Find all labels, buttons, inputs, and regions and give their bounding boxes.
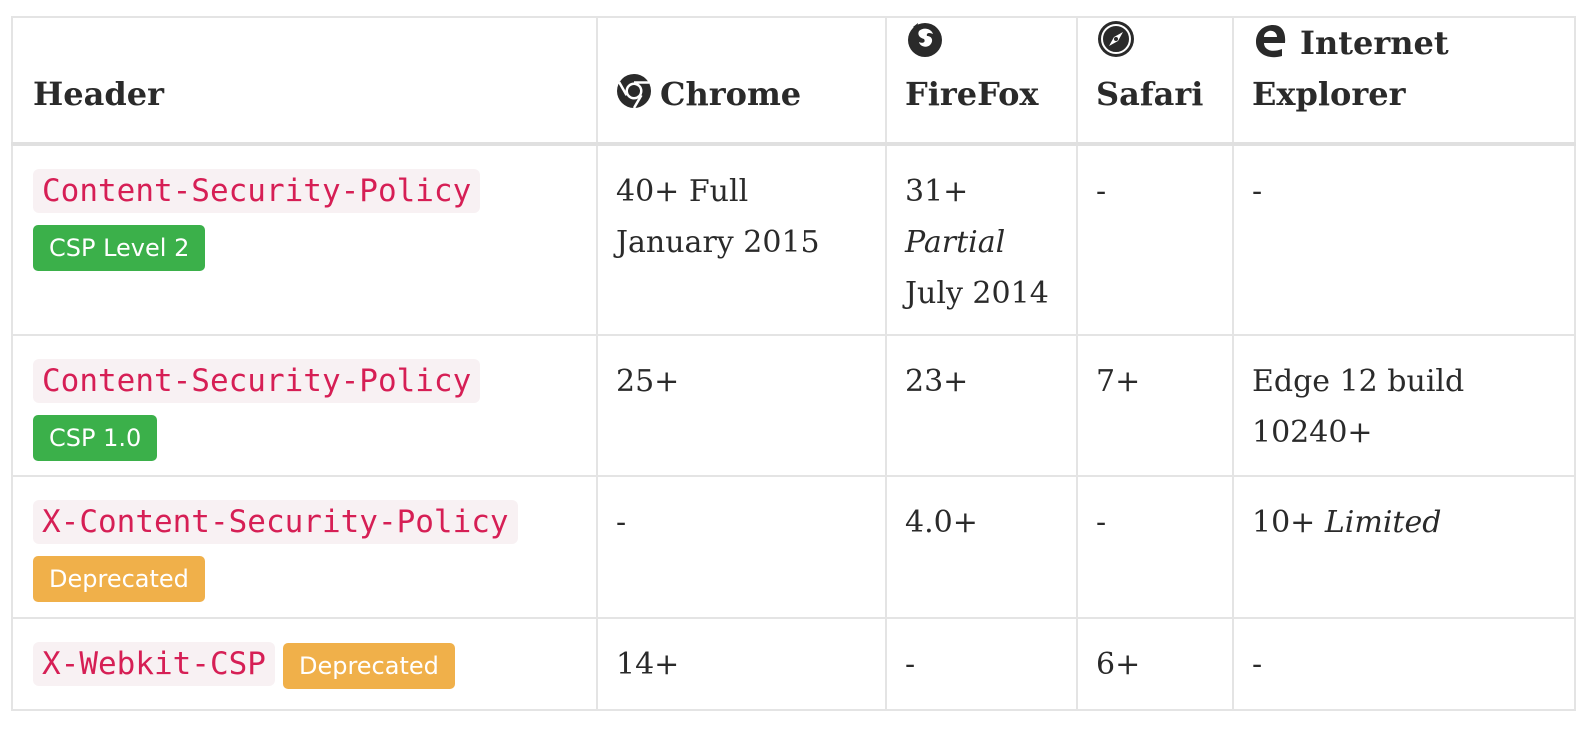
chrome-support-line1: 40+ Full bbox=[616, 174, 749, 209]
browser-support-table-wrapper: Header Chrome FireFox Safari Internet Ex… bbox=[11, 16, 1576, 711]
table-row: X-Content-Security-Policy Deprecated - 4… bbox=[11, 475, 1576, 619]
table-row: X-Webkit-CSP Deprecated 14+ - 6+ - bbox=[11, 617, 1576, 711]
ie-support-line2: 10240+ bbox=[1252, 415, 1373, 450]
column-header-ie: Internet Explorer bbox=[1232, 16, 1576, 146]
safari-support: - bbox=[1096, 174, 1107, 209]
cell-safari: 7+ bbox=[1076, 334, 1234, 477]
cell-ie: - bbox=[1232, 617, 1576, 711]
cell-header: Content-Security-Policy CSP Level 2 bbox=[11, 143, 598, 336]
column-header-ie-label-line2: Explorer bbox=[1252, 75, 1406, 113]
cell-header: X-Webkit-CSP Deprecated bbox=[11, 617, 598, 711]
cell-ie: 10+ Limited bbox=[1232, 475, 1576, 619]
firefox-support: - bbox=[905, 647, 916, 682]
firefox-support: 4.0+ bbox=[905, 505, 978, 540]
header-code: Content-Security-Policy bbox=[33, 169, 481, 213]
cell-safari: 6+ bbox=[1076, 617, 1234, 711]
cell-chrome: 40+ Full January 2015 bbox=[596, 143, 887, 336]
status-badge: CSP 1.0 bbox=[33, 415, 158, 461]
cell-firefox: 4.0+ bbox=[885, 475, 1078, 619]
status-badge: Deprecated bbox=[33, 556, 205, 602]
table-row: Content-Security-Policy CSP 1.0 25+ 23+ … bbox=[11, 334, 1576, 477]
ie-support-line1: Edge 12 build bbox=[1252, 364, 1465, 399]
column-header-ie-label-line1: Internet bbox=[1300, 24, 1449, 62]
ie-support-main: 10+ bbox=[1252, 505, 1316, 540]
chrome-support: 14+ bbox=[616, 647, 680, 682]
column-header-safari: Safari bbox=[1076, 16, 1234, 146]
cell-chrome: 14+ bbox=[596, 617, 887, 711]
column-header-firefox-label: FireFox bbox=[905, 75, 1039, 113]
safari-icon bbox=[1098, 21, 1134, 57]
header-code: Content-Security-Policy bbox=[33, 359, 481, 403]
cell-firefox: 31+ Partial July 2014 bbox=[885, 143, 1078, 336]
column-header-safari-label: Safari bbox=[1096, 75, 1204, 113]
cell-chrome: - bbox=[596, 475, 887, 619]
cell-safari: - bbox=[1076, 475, 1234, 619]
firefox-support-line1: 31+ bbox=[905, 174, 969, 209]
table-header-row: Header Chrome FireFox Safari Internet Ex… bbox=[11, 16, 1576, 146]
edge-icon bbox=[1256, 25, 1286, 58]
cell-ie: - bbox=[1232, 143, 1576, 336]
table-row: Content-Security-Policy CSP Level 2 40+ … bbox=[11, 143, 1576, 336]
firefox-support-line2: Partial bbox=[905, 225, 1006, 260]
safari-support: 6+ bbox=[1096, 647, 1141, 682]
chrome-support: 25+ bbox=[616, 364, 680, 399]
cell-header: X-Content-Security-Policy Deprecated bbox=[11, 475, 598, 619]
column-header-header: Header bbox=[11, 16, 598, 146]
ie-support-note: Limited bbox=[1324, 505, 1442, 540]
ie-support: - bbox=[1252, 174, 1263, 209]
firefox-support: 23+ bbox=[905, 364, 969, 399]
cell-firefox: - bbox=[885, 617, 1078, 711]
cell-ie: Edge 12 build 10240+ bbox=[1232, 334, 1576, 477]
safari-support: 7+ bbox=[1096, 364, 1141, 399]
column-header-chrome: Chrome bbox=[596, 16, 887, 146]
cell-safari: - bbox=[1076, 143, 1234, 336]
column-header-firefox: FireFox bbox=[885, 16, 1078, 146]
cell-chrome: 25+ bbox=[596, 334, 887, 477]
firefox-icon bbox=[908, 23, 942, 57]
ie-support: - bbox=[1252, 647, 1263, 682]
chrome-support-line2: January 2015 bbox=[616, 225, 820, 260]
header-code: X-Content-Security-Policy bbox=[33, 500, 518, 544]
column-header-chrome-label: Chrome bbox=[660, 75, 802, 113]
cell-header: Content-Security-Policy CSP 1.0 bbox=[11, 334, 598, 477]
column-header-header-label: Header bbox=[33, 75, 164, 113]
status-badge: CSP Level 2 bbox=[33, 225, 206, 271]
browser-support-table: Header Chrome FireFox Safari Internet Ex… bbox=[11, 16, 1576, 711]
cell-firefox: 23+ bbox=[885, 334, 1078, 477]
safari-support: - bbox=[1096, 505, 1107, 540]
status-badge: Deprecated bbox=[282, 643, 455, 689]
chrome-support: - bbox=[616, 505, 627, 540]
header-code: X-Webkit-CSP bbox=[33, 642, 275, 686]
chrome-icon bbox=[617, 74, 651, 109]
firefox-support-line3: July 2014 bbox=[905, 276, 1049, 311]
